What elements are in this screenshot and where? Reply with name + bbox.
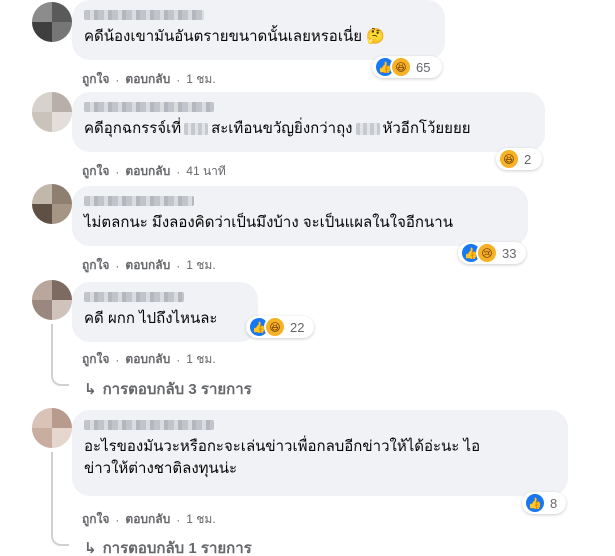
reaction-summary[interactable]: 👍 😆 22 — [246, 316, 314, 338]
reaction-count: 65 — [416, 59, 431, 75]
like-button[interactable]: ถูกใจ — [82, 162, 109, 181]
commenter-name[interactable] — [84, 8, 433, 22]
comment-actions: ถูกใจ · ตอบกลับ · 1 ชม. — [82, 510, 216, 529]
view-replies-label: การตอบกลับ 1 รายการ — [102, 540, 252, 556]
like-button[interactable]: ถูกใจ — [82, 256, 109, 275]
comment-text-line: อะไรของมันวะหรือกะจะเล่นข่าวเพื่อกลบอีกข… — [84, 438, 481, 455]
haha-icon: 😆 — [390, 56, 412, 78]
view-replies-link[interactable]: ↳ การตอบกลับ 1 รายการ — [84, 536, 252, 556]
separator-dot: · — [115, 258, 120, 273]
timestamp[interactable]: 1 ชม. — [186, 350, 215, 369]
reaction-summary[interactable]: 😆 2 — [496, 148, 542, 170]
comment-actions: ถูกใจ · ตอบกลับ · 1 ชม. — [82, 350, 216, 369]
comment-bubble: คดี ผกก ไปถึงไหนละ — [72, 282, 258, 342]
timestamp[interactable]: 1 ชม. — [186, 510, 215, 529]
censored-word — [355, 123, 380, 136]
separator-dot: · — [176, 164, 181, 179]
comment-actions: ถูกใจ · ตอบกลับ · 41 นาที — [82, 162, 226, 181]
comment-bubble: ไม่ตลกนะ มึงลองคิดว่าเป็นมึงบ้าง จะเป็นแ… — [72, 186, 528, 246]
haha-icon: 😆 — [264, 316, 286, 338]
comment-text: ไม่ตลกนะ มึงลองคิดว่าเป็นมึงบ้าง จะเป็นแ… — [84, 214, 453, 231]
comment-text-line: ข่าวให้ต่างชาติลงทุนน่ะ — [84, 460, 238, 477]
like-button[interactable]: ถูกใจ — [82, 350, 109, 369]
reaction-summary[interactable]: 👍 😢 33 — [458, 242, 526, 264]
reply-button[interactable]: ตอบกลับ — [125, 510, 170, 529]
reply-arrow-icon: ↳ — [84, 381, 97, 398]
comment-text-part: สะเทือนขวัญยิ่งกว่าถุง — [211, 120, 353, 137]
comment-text-part: คดีอุกฉกรรจ์เที่ — [84, 120, 182, 137]
timestamp[interactable]: 1 ชม. — [186, 70, 215, 89]
thread-connector — [51, 530, 69, 546]
separator-dot: · — [176, 72, 181, 87]
separator-dot: · — [115, 164, 120, 179]
comment-text: คดี ผกก ไปถึงไหนละ — [84, 310, 218, 327]
separator-dot: · — [115, 72, 120, 87]
reply-button[interactable]: ตอบกลับ — [125, 162, 170, 181]
thread-line — [51, 324, 53, 364]
like-button[interactable]: ถูกใจ — [82, 70, 109, 89]
reply-arrow-icon: ↳ — [84, 540, 97, 556]
sad-icon: 😢 — [476, 242, 498, 264]
view-replies-label: การตอบกลับ 3 รายการ — [102, 381, 252, 398]
timestamp[interactable]: 41 นาที — [186, 162, 226, 181]
comment-actions: ถูกใจ · ตอบกลับ · 1 ชม. — [82, 256, 216, 275]
thread-line — [51, 452, 53, 532]
avatar[interactable] — [32, 408, 72, 448]
avatar[interactable] — [32, 2, 72, 42]
comment-section: คดีน้องเขามันอันตรายขนาดนั้นเลยหรอเนี่ย … — [0, 0, 615, 556]
censored-word — [184, 123, 209, 136]
reaction-count: 22 — [290, 319, 305, 335]
avatar[interactable] — [32, 92, 72, 132]
avatar[interactable] — [32, 184, 72, 224]
separator-dot: · — [176, 512, 181, 527]
comment-bubble: คดีน้องเขามันอันตรายขนาดนั้นเลยหรอเนี่ย … — [72, 0, 445, 60]
haha-icon: 😆 — [498, 148, 520, 170]
separator-dot: · — [176, 352, 181, 367]
separator-dot: · — [176, 258, 181, 273]
comment-bubble: คดีอุกฉกรรจ์เที่ สะเทือนขวัญยิ่งกว่าถุง หั… — [72, 92, 545, 152]
separator-dot: · — [115, 352, 120, 367]
comment-actions: ถูกใจ · ตอบกลับ · 1 ชม. — [82, 70, 216, 89]
reaction-summary[interactable]: 👍 😆 65 — [372, 56, 442, 78]
reply-button[interactable]: ตอบกลับ — [125, 70, 170, 89]
comment-text: อะไรของมันวะหรือกะจะเล่นข่าวเพื่อกลบอีกข… — [84, 436, 556, 480]
commenter-name[interactable] — [84, 290, 246, 304]
timestamp[interactable]: 1 ชม. — [186, 256, 215, 275]
comment-bubble: อะไรของมันวะหรือกะจะเล่นข่าวเพื่อกลบอีกข… — [72, 410, 568, 496]
view-replies-link[interactable]: ↳ การตอบกลับ 3 รายการ — [84, 377, 252, 401]
reaction-count: 33 — [502, 245, 517, 261]
reply-button[interactable]: ตอบกลับ — [125, 350, 170, 369]
commenter-name[interactable] — [84, 100, 533, 114]
commenter-name[interactable] — [84, 418, 556, 432]
like-icon: 👍 — [524, 492, 546, 514]
avatar[interactable] — [32, 280, 72, 320]
comment-text: คดีอุกฉกรรจ์เที่ สะเทือนขวัญยิ่งกว่าถุง หั… — [84, 118, 533, 140]
separator-dot: · — [115, 512, 120, 527]
comment-text: คดีน้องเขามันอันตรายขนาดนั้นเลยหรอเนี่ย … — [84, 28, 385, 45]
commenter-name[interactable] — [84, 194, 516, 208]
thread-connector — [51, 362, 69, 386]
reply-button[interactable]: ตอบกลับ — [125, 256, 170, 275]
reaction-count: 2 — [524, 151, 532, 167]
reaction-count: 8 — [550, 495, 558, 511]
reaction-summary[interactable]: 👍 8 — [522, 492, 566, 514]
comment-text-part: หัวอีกโว้ยยยย — [382, 120, 471, 137]
like-button[interactable]: ถูกใจ — [82, 510, 109, 529]
